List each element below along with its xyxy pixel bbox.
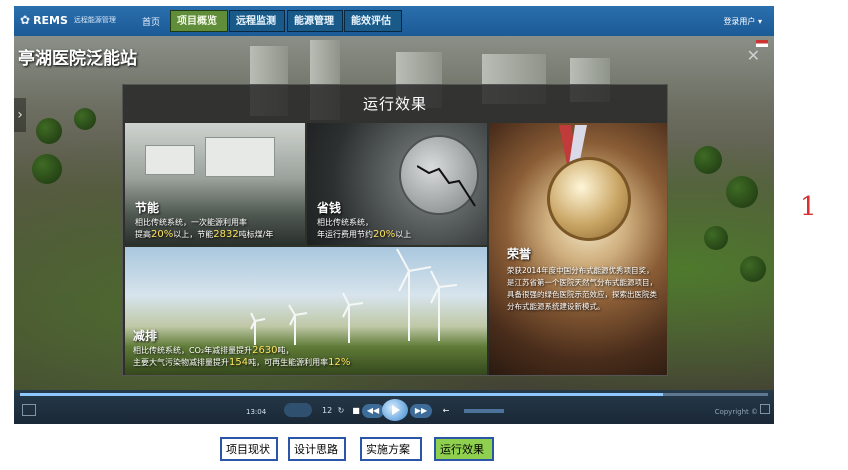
top-navbar: ✿ REMS 远程能源管理 首页 项目概览 远程监测 能源管理 能效评估 登录用… [14,6,774,36]
tab-operation-effect[interactable]: 运行效果 [434,437,494,461]
brand-name: REMS [33,13,68,27]
site-title: 亭湖医院泛能站 [18,49,137,69]
desc-line: 提高20%以上，节能2832吨标煤/年 [135,229,274,240]
fast-forward-icon[interactable]: ▶▶ [410,404,432,418]
energy-plant-image [205,137,275,177]
side-number: 1 [800,192,817,222]
highlight-value: 12% [328,357,351,368]
desc-line: 相比传统系统， [317,218,373,227]
page-number: 12 [322,406,333,415]
desc-line: 主要大气污染物减排量提升154吨，可再生能源利用率12% [133,357,351,368]
progress-fill [20,393,664,396]
highlight-value: 20% [373,229,396,240]
tree [32,154,62,184]
card-title: 荣誉 [507,247,532,261]
tab-efficiency-evaluation[interactable]: 能效评估 [344,10,402,32]
highlight-value: 2630 [252,345,278,356]
desc-line: 相比传统系统，一次能源利用率 [135,218,247,227]
modal-title: 运行效果 [362,95,427,113]
card-title: 减排 [133,329,158,343]
play-icon[interactable] [382,399,408,421]
wind-turbines-image [250,248,458,345]
logo[interactable]: ✿ REMS 远程能源管理 [20,13,116,27]
rewind-icon[interactable]: ◀◀ [362,404,384,418]
highlight-value: 20% [151,229,174,240]
volume-slider[interactable] [464,409,504,413]
card-description: 相比传统系统，CO₂年减排量提升2630吨， 主要大气污染物减排量提升154吨，… [133,345,483,369]
card-money-saving[interactable]: 省钱 相比传统系统， 年运行费用节约20%以上 [307,123,487,245]
tab-design-ideas[interactable]: 设计思路 [288,437,346,461]
screen-icon[interactable] [22,404,36,416]
card-description: 相比传统系统， 年运行费用节约20%以上 [317,217,487,241]
highlight-value: 2832 [213,229,239,240]
chevron-left-icon[interactable]: › [14,98,26,132]
back-icon[interactable]: ← [440,404,452,418]
tree [36,118,62,144]
copyright-text: Copyright © [714,408,758,416]
close-icon[interactable]: ✕ [747,46,760,65]
brand-subtitle: 远程能源管理 [73,16,116,24]
tab-remote-monitoring[interactable]: 远程监测 [229,10,285,32]
tree [726,176,758,208]
tab-project-overview[interactable]: 项目概览 [170,10,228,32]
progress-track[interactable] [20,393,768,396]
modal-body: 节能 相比传统系统，一次能源利用率 提高20%以上，节能2832吨标煤/年 省钱… [125,123,667,375]
card-description: 荣获2014年度中国分布式能源优秀项目奖，是江苏省第一个医院天然气分布式能源项目… [507,266,657,311]
time-readout: 13:04 [246,408,267,416]
stop-icon[interactable]: ■ [350,404,362,418]
fullscreen-icon[interactable] [760,404,770,414]
video-player-bar: 13:04 12 ↻ ■ ◀◀ ▶▶ ← Copyright © [14,390,774,424]
energy-plant-image [145,145,195,175]
tree [694,146,722,174]
card-energy-saving[interactable]: 节能 相比传统系统，一次能源利用率 提高20%以上，节能2832吨标煤/年 [125,123,305,245]
card-title: 节能 [135,201,160,215]
brand-mark-icon: ✿ [20,13,31,27]
card-title: 省钱 [317,201,342,215]
tab-project-status[interactable]: 项目现状 [220,437,278,461]
tree [74,108,96,130]
downtrend-line [417,165,476,207]
tab-energy-management[interactable]: 能源管理 [287,10,343,32]
refresh-icon[interactable]: ↻ [336,404,346,418]
medal-icon [547,157,631,241]
effect-modal: 运行效果 节能 相比传统系统，一次能源利用率 提高20%以上，节能2832吨标煤… [122,84,668,376]
app-window: ✿ REMS 远程能源管理 首页 项目概览 远程监测 能源管理 能效评估 登录用… [14,6,774,424]
tree [704,226,728,250]
user-login-menu[interactable]: 登录用户 ▾ [723,16,762,27]
highlight-value: 154 [229,357,249,368]
tab-implementation-plan[interactable]: 实施方案 [360,437,422,461]
card-description: 相比传统系统，一次能源利用率 提高20%以上，节能2832吨标煤/年 [135,217,305,241]
card-emission-reduction[interactable]: 减排 相比传统系统，CO₂年减排量提升2630吨， 主要大气污染物减排量提升15… [125,247,487,375]
tree [740,256,766,282]
desc-line: 相比传统系统，CO₂年减排量提升2630吨， [133,345,294,356]
card-honor[interactable]: 荣誉 荣获2014年度中国分布式能源优秀项目奖，是江苏省第一个医院天然气分布式能… [489,123,667,375]
nav-home-link[interactable]: 首页 [142,15,160,28]
pill-control[interactable] [284,403,312,417]
desc-line: 年运行费用节约20%以上 [317,229,412,240]
